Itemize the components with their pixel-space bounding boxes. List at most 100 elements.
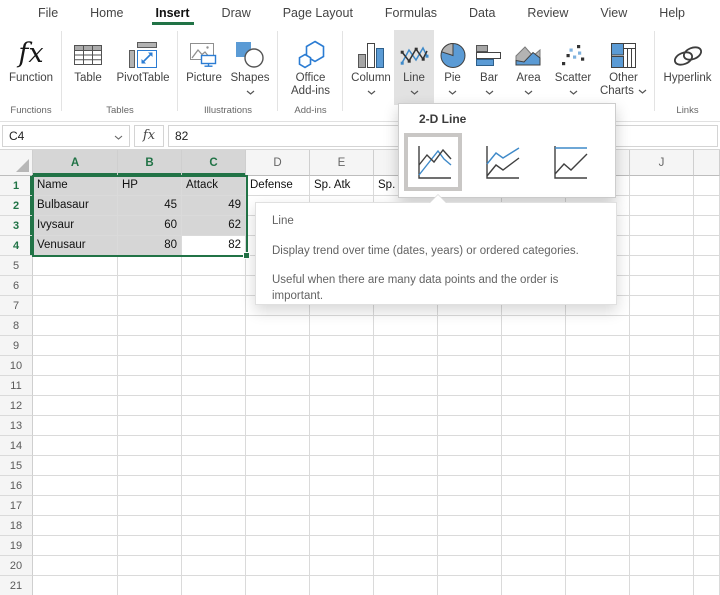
cell-I11[interactable]	[566, 376, 630, 396]
name-box[interactable]: C4	[2, 125, 130, 147]
cell-E17[interactable]	[310, 496, 374, 516]
cell-I8[interactable]	[566, 316, 630, 336]
table-button[interactable]: Table	[65, 30, 111, 105]
cell-B13[interactable]	[118, 416, 182, 436]
cell-partial-5[interactable]	[694, 256, 720, 276]
cell-I15[interactable]	[566, 456, 630, 476]
cell-partial-12[interactable]	[694, 396, 720, 416]
col-header-J[interactable]: J	[630, 150, 694, 176]
cell-F21[interactable]	[374, 576, 438, 595]
cell-partial-17[interactable]	[694, 496, 720, 516]
cell-D9[interactable]	[246, 336, 310, 356]
cell-D8[interactable]	[246, 316, 310, 336]
cell-D12[interactable]	[246, 396, 310, 416]
line-chart-button[interactable]: Line	[394, 30, 434, 105]
cell-E13[interactable]	[310, 416, 374, 436]
cell-B10[interactable]	[118, 356, 182, 376]
cell-partial-10[interactable]	[694, 356, 720, 376]
row-header-19[interactable]: 19	[0, 536, 33, 556]
cell-I19[interactable]	[566, 536, 630, 556]
cell-J4[interactable]	[630, 236, 694, 256]
cell-I12[interactable]	[566, 396, 630, 416]
cell-A19[interactable]	[33, 536, 118, 556]
cell-E14[interactable]	[310, 436, 374, 456]
cell-J17[interactable]	[630, 496, 694, 516]
cell-I10[interactable]	[566, 356, 630, 376]
cell-I14[interactable]	[566, 436, 630, 456]
cell-G8[interactable]	[438, 316, 502, 336]
cell-G15[interactable]	[438, 456, 502, 476]
cell-partial-6[interactable]	[694, 276, 720, 296]
cell-C3[interactable]: 62	[182, 216, 246, 236]
cell-J2[interactable]	[630, 196, 694, 216]
cell-partial-9[interactable]	[694, 336, 720, 356]
cell-E20[interactable]	[310, 556, 374, 576]
cell-H19[interactable]	[502, 536, 566, 556]
cell-H21[interactable]	[502, 576, 566, 595]
row-header-9[interactable]: 9	[0, 336, 33, 356]
cell-F16[interactable]	[374, 476, 438, 496]
function-button[interactable]: fx Function	[9, 30, 53, 105]
col-header-C[interactable]: C	[182, 150, 246, 176]
menu-tab-file[interactable]: File	[22, 0, 74, 26]
row-header-17[interactable]: 17	[0, 496, 33, 516]
cell-partial-19[interactable]	[694, 536, 720, 556]
cell-D16[interactable]	[246, 476, 310, 496]
cell-F9[interactable]	[374, 336, 438, 356]
row-header-20[interactable]: 20	[0, 556, 33, 576]
cell-H8[interactable]	[502, 316, 566, 336]
col-header-A[interactable]: A	[33, 150, 118, 176]
cell-J13[interactable]	[630, 416, 694, 436]
cell-partial-8[interactable]	[694, 316, 720, 336]
row-header-21[interactable]: 21	[0, 576, 33, 595]
cell-C5[interactable]	[182, 256, 246, 276]
cell-G20[interactable]	[438, 556, 502, 576]
cell-B15[interactable]	[118, 456, 182, 476]
cell-J11[interactable]	[630, 376, 694, 396]
cell-E16[interactable]	[310, 476, 374, 496]
cell-C9[interactable]	[182, 336, 246, 356]
cell-B17[interactable]	[118, 496, 182, 516]
cell-D14[interactable]	[246, 436, 310, 456]
cell-B20[interactable]	[118, 556, 182, 576]
cell-A11[interactable]	[33, 376, 118, 396]
cell-J1[interactable]	[630, 176, 694, 196]
row-header-6[interactable]: 6	[0, 276, 33, 296]
cell-E21[interactable]	[310, 576, 374, 595]
cell-B18[interactable]	[118, 516, 182, 536]
cell-B14[interactable]	[118, 436, 182, 456]
cell-J7[interactable]	[630, 296, 694, 316]
col-header-E[interactable]: E	[310, 150, 374, 176]
cell-H10[interactable]	[502, 356, 566, 376]
cell-A1[interactable]: Name	[33, 176, 118, 196]
cell-G19[interactable]	[438, 536, 502, 556]
cell-partial-3[interactable]	[694, 216, 720, 236]
picture-button[interactable]: Picture	[182, 30, 226, 105]
cell-H12[interactable]	[502, 396, 566, 416]
hyperlink-button[interactable]: Hyperlink	[657, 30, 719, 105]
column-chart-button[interactable]: Column	[348, 30, 394, 105]
cell-B6[interactable]	[118, 276, 182, 296]
row-header-8[interactable]: 8	[0, 316, 33, 336]
cell-B9[interactable]	[118, 336, 182, 356]
row-header-5[interactable]: 5	[0, 256, 33, 276]
cell-J3[interactable]	[630, 216, 694, 236]
menu-tab-page-layout[interactable]: Page Layout	[267, 0, 369, 26]
cell-C13[interactable]	[182, 416, 246, 436]
cell-H20[interactable]	[502, 556, 566, 576]
row-header-16[interactable]: 16	[0, 476, 33, 496]
cell-E1[interactable]: Sp. Atk	[310, 176, 374, 196]
cell-J18[interactable]	[630, 516, 694, 536]
row-header-3[interactable]: 3	[0, 216, 33, 236]
cell-partial-11[interactable]	[694, 376, 720, 396]
cell-G18[interactable]	[438, 516, 502, 536]
cell-G17[interactable]	[438, 496, 502, 516]
cell-H15[interactable]	[502, 456, 566, 476]
menu-tab-draw[interactable]: Draw	[206, 0, 267, 26]
pivottable-button[interactable]: PivotTable	[111, 30, 175, 105]
cell-partial-7[interactable]	[694, 296, 720, 316]
area-chart-button[interactable]: Area	[507, 30, 550, 105]
cell-A10[interactable]	[33, 356, 118, 376]
cell-J5[interactable]	[630, 256, 694, 276]
cell-B1[interactable]: HP	[118, 176, 182, 196]
